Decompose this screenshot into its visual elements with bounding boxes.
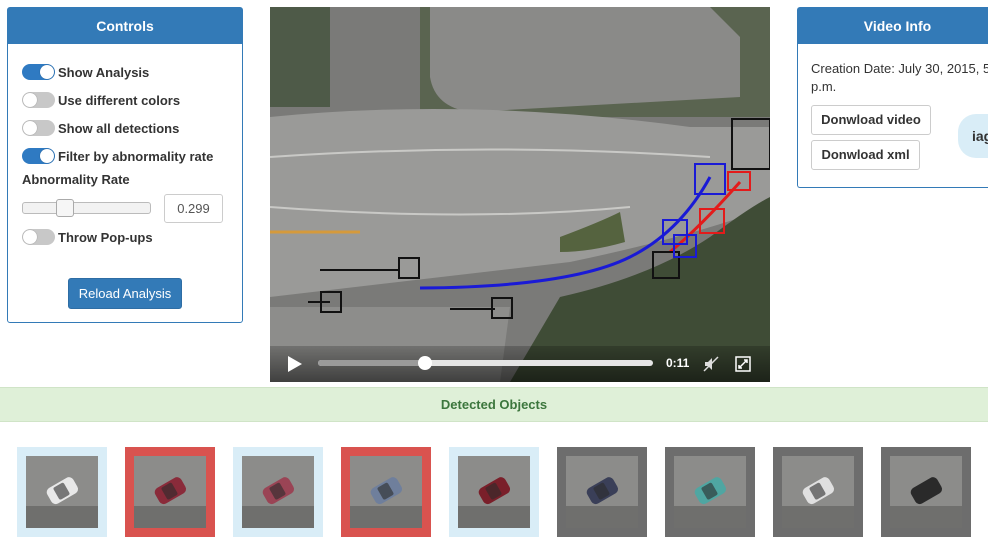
toggle-show-analysis[interactable]: Show Analysis — [22, 63, 149, 81]
abnormality-rate-label: Abnormality Rate — [22, 172, 130, 187]
vehicle-image — [242, 456, 314, 528]
video-player[interactable]: 0:11 — [270, 7, 770, 382]
vehicle-image — [458, 456, 530, 528]
video-info-title: Video Info — [798, 8, 988, 44]
detected-object-thumbnail[interactable] — [665, 447, 755, 537]
play-icon[interactable] — [288, 356, 302, 372]
detected-object-thumbnail[interactable] — [17, 447, 107, 537]
detected-object-thumbnail[interactable] — [125, 447, 215, 537]
download-video-button[interactable]: Donwload video — [811, 105, 931, 135]
vehicle-image — [134, 456, 206, 528]
abnormality-rate-input[interactable]: 0.299 — [164, 194, 223, 223]
creation-date: Creation Date: July 30, 2015, 5: p.m. — [811, 60, 988, 96]
abnormality-rate-slider[interactable] — [22, 199, 151, 217]
switch-icon[interactable] — [22, 148, 55, 164]
vehicle-image — [674, 456, 746, 528]
toggle-label: Throw Pop-ups — [58, 229, 153, 245]
switch-icon[interactable] — [22, 120, 55, 136]
video-controls: 0:11 — [270, 346, 770, 382]
switch-icon[interactable] — [22, 64, 55, 80]
toggle-label: Filter by abnormality rate — [58, 148, 214, 164]
reload-analysis-button[interactable]: Reload Analysis — [68, 278, 182, 309]
switch-icon[interactable] — [22, 92, 55, 108]
progress-handle[interactable] — [418, 356, 433, 370]
controls-title: Controls — [8, 8, 242, 44]
fullscreen-icon[interactable] — [735, 356, 751, 372]
progress-fill — [318, 360, 426, 366]
toggle-different-colors[interactable]: Use different colors — [22, 91, 180, 109]
toggle-throw-popups[interactable]: Throw Pop-ups — [22, 228, 153, 246]
vehicle-image — [26, 456, 98, 528]
mute-icon[interactable] — [703, 356, 719, 372]
toggle-label: Show all detections — [58, 120, 180, 136]
video-frame — [270, 7, 770, 382]
vehicle-image — [890, 456, 962, 528]
download-xml-button[interactable]: Donwload xml — [811, 140, 920, 170]
detected-object-thumbnail[interactable] — [233, 447, 323, 537]
video-info-panel: Video Info Creation Date: July 30, 2015,… — [797, 7, 988, 188]
vehicle-image — [566, 456, 638, 528]
toggle-label: Show Analysis — [58, 64, 150, 80]
detected-object-thumbnail[interactable] — [341, 447, 431, 537]
slider-handle[interactable] — [56, 199, 75, 217]
detected-object-thumbnail[interactable] — [881, 447, 971, 537]
toggle-all-detections[interactable]: Show all detections — [22, 119, 179, 137]
creation-date-line: p.m. — [811, 79, 837, 94]
controls-panel: Controls Show Analysis Use different col… — [7, 7, 243, 323]
vehicle-image — [350, 456, 422, 528]
info-pill: iag — [958, 114, 988, 158]
video-progress[interactable] — [318, 356, 653, 370]
detected-object-thumbnail[interactable] — [449, 447, 539, 537]
creation-date-line: Creation Date: July 30, 2015, 5: — [811, 61, 988, 76]
toggle-filter-abnormality[interactable]: Filter by abnormality rate — [22, 147, 213, 165]
detected-object-thumbnail[interactable] — [773, 447, 863, 537]
toggle-label: Use different colors — [58, 92, 181, 108]
switch-icon[interactable] — [22, 229, 55, 245]
video-time: 0:11 — [666, 356, 690, 370]
vehicle-image — [782, 456, 854, 528]
detected-objects-header: Detected Objects — [0, 387, 988, 422]
detected-object-thumbnail[interactable] — [557, 447, 647, 537]
